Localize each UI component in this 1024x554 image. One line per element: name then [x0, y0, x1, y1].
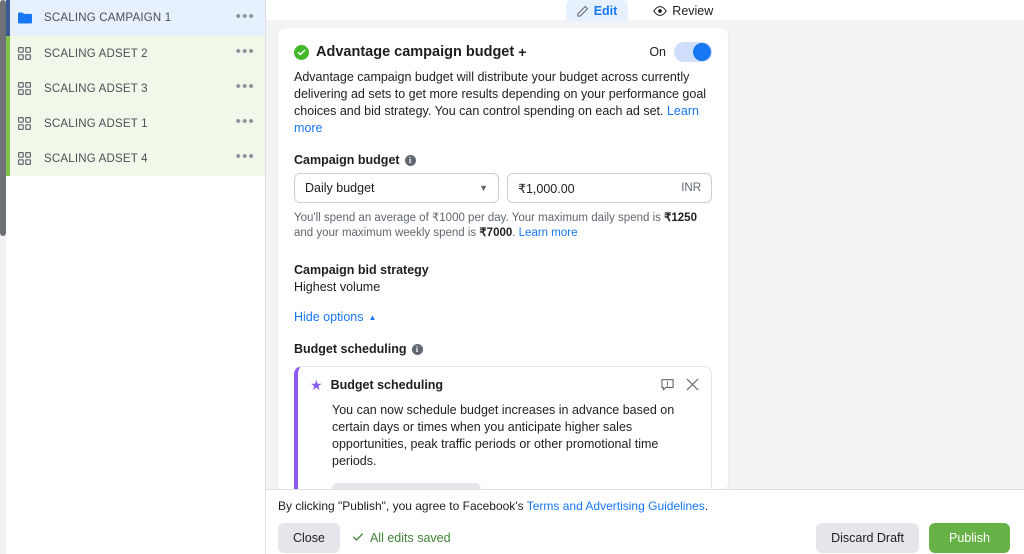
campaign-accent-bar: [6, 0, 10, 36]
hide-options-label: Hide options: [294, 310, 364, 324]
tab-review[interactable]: Review: [642, 0, 724, 22]
campaign-row-menu-button[interactable]: •••: [236, 9, 255, 28]
legal-notice: By clicking "Publish", you agree to Face…: [278, 499, 1010, 513]
close-button[interactable]: Close: [278, 523, 340, 553]
campaign-budget-label-text: Campaign budget: [294, 153, 400, 167]
card-description: Advantage campaign budget will distribut…: [294, 69, 712, 137]
editor-footer: By clicking "Publish", you agree to Face…: [266, 489, 1024, 554]
tab-edit[interactable]: Edit: [565, 0, 629, 22]
scrollbar-thumb[interactable]: [0, 0, 6, 236]
terms-link[interactable]: Terms and Advertising Guidelines: [527, 499, 705, 513]
sidebar-item-label: SCALING ADSET 4: [44, 152, 148, 165]
adset-grid-icon: [18, 82, 40, 95]
toggle-knob: [693, 43, 711, 61]
hide-options-toggle[interactable]: Hide options ▲: [294, 310, 376, 324]
toggle-state-label: On: [649, 45, 666, 59]
sidebar-empty-area: [6, 176, 265, 177]
budget-type-value: Daily budget: [305, 181, 375, 195]
close-icon[interactable]: [686, 378, 699, 396]
editor-scroll-area: Advantage campaign budget + On Advantage…: [266, 20, 1024, 554]
currency-label: INR: [681, 182, 701, 194]
pencil-icon: [577, 5, 589, 17]
hint-prefix: You'll spend an average of ₹1000 per day…: [294, 212, 665, 224]
advantage-campaign-budget-card: Advantage campaign budget + On Advantage…: [278, 28, 728, 492]
sidebar-item-campaign[interactable]: SCALING CAMPAIGN 1 •••: [6, 0, 265, 36]
sidebar-item-adset-2[interactable]: SCALING ADSET 2 •••: [6, 36, 265, 71]
adset-grid-icon: [18, 117, 40, 130]
card-description-text: Advantage campaign budget will distribut…: [294, 70, 707, 118]
publish-button[interactable]: Publish: [929, 523, 1010, 553]
adset-grid-icon: [18, 152, 40, 165]
sidebar-item-adset-1[interactable]: SCALING ADSET 1 •••: [6, 106, 265, 141]
sidebar-item-label: SCALING CAMPAIGN 1: [44, 12, 172, 24]
hint-max-weekly: ₹7000: [479, 227, 513, 239]
page-title: Advantage campaign budget: [316, 44, 515, 60]
info-icon[interactable]: i: [411, 343, 423, 355]
card-header-right: On: [649, 42, 712, 62]
advantage-budget-toggle[interactable]: [674, 42, 712, 62]
adset-accent-bar: [6, 106, 10, 141]
callout-title: Budget scheduling: [330, 378, 444, 392]
campaign-sidebar: SCALING CAMPAIGN 1 ••• SCALING ADSET 2 •…: [0, 0, 266, 554]
adset-accent-bar: [6, 141, 10, 176]
chevron-down-icon: ▼: [479, 183, 488, 193]
budget-scheduling-callout: ★ Budget scheduling You can now schedule…: [294, 366, 712, 492]
hint-learn-more-link[interactable]: Learn more: [519, 227, 578, 239]
green-check-icon: [294, 44, 309, 60]
discard-draft-button[interactable]: Discard Draft: [816, 523, 919, 553]
tab-review-label: Review: [672, 4, 714, 18]
star-icon: ★: [310, 377, 323, 393]
info-icon[interactable]: i: [404, 154, 416, 166]
adset-row-menu-button[interactable]: •••: [236, 149, 255, 168]
hint-max-daily: ₹1250: [664, 212, 697, 224]
bid-strategy-value: Highest volume: [294, 280, 381, 294]
sidebar-item-label: SCALING ADSET 1: [44, 117, 148, 130]
status-badge: All edits saved: [352, 531, 451, 546]
callout-actions: [661, 378, 699, 396]
ads-manager-window: SCALING CAMPAIGN 1 ••• SCALING ADSET 2 •…: [0, 0, 1024, 554]
bid-strategy-label: Campaign bid strategy: [294, 263, 429, 277]
adset-accent-bar: [6, 71, 10, 106]
sidebar-item-label: SCALING ADSET 3: [44, 82, 148, 95]
budget-scheduling-label-text: Budget scheduling: [294, 342, 407, 356]
adset-row-menu-button[interactable]: •••: [236, 44, 255, 63]
chevron-up-icon: ▲: [368, 312, 377, 322]
tab-edit-label: Edit: [593, 4, 618, 18]
footer-actions: Close All edits saved Discard Draft Publ…: [278, 523, 1010, 553]
editor-tabbar: Edit Review: [266, 0, 1024, 22]
sidebar-item-label: SCALING ADSET 2: [44, 47, 148, 60]
callout-body: You can now schedule budget increases in…: [332, 403, 675, 468]
budget-spend-hint: You'll spend an average of ₹1000 per day…: [294, 211, 712, 241]
folder-icon: [18, 12, 40, 24]
card-header: Advantage campaign budget + On: [294, 42, 712, 62]
saved-label: All edits saved: [369, 531, 451, 545]
budget-amount-input[interactable]: ₹1,000.00 INR: [507, 173, 712, 203]
budget-scheduling-label: Budget scheduling i: [294, 342, 712, 356]
callout-header: ★ Budget scheduling: [310, 378, 699, 396]
sidebar-item-adset-4[interactable]: SCALING ADSET 4 •••: [6, 141, 265, 176]
budget-amount-value: ₹1,000.00: [518, 181, 575, 196]
eye-icon: [653, 5, 668, 17]
campaign-budget-row: Daily budget ▼ ₹1,000.00 INR: [294, 173, 712, 203]
hint-mid: and your maximum weekly spend is: [294, 227, 480, 239]
feedback-icon[interactable]: [661, 378, 674, 396]
adset-row-menu-button[interactable]: •••: [236, 114, 255, 133]
legal-prefix: By clicking "Publish", you agree to Face…: [278, 499, 527, 513]
adset-grid-icon: [18, 47, 40, 60]
campaign-budget-label: Campaign budget i: [294, 153, 712, 167]
sidebar-item-adset-3[interactable]: SCALING ADSET 3 •••: [6, 71, 265, 106]
main-panel: Edit Review Advantage campaign budget +: [266, 0, 1024, 554]
legal-suffix: .: [704, 499, 709, 513]
budget-type-select[interactable]: Daily budget ▼: [294, 173, 499, 203]
adset-row-menu-button[interactable]: •••: [236, 79, 255, 98]
check-icon: [352, 531, 364, 546]
page-scrollbar[interactable]: [0, 0, 6, 554]
adset-accent-bar: [6, 36, 10, 71]
advantage-plus-glyph: +: [518, 44, 527, 60]
